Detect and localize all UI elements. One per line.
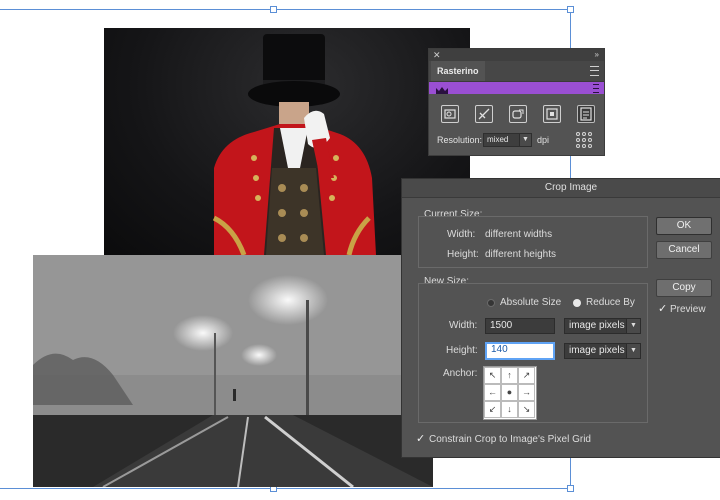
current-width-value: different widths [485,229,553,240]
current-height-value: different heights [485,249,556,260]
selection-handle-top-right[interactable] [567,6,574,13]
chevron-down-icon: ▼ [519,134,531,146]
grid-dots-icon[interactable] [576,132,592,148]
crop-image-dialog: Crop Image Current Size: Width: differen… [401,178,720,458]
height-unit-value: image pixels [569,345,625,356]
anchor-bottom-right[interactable]: ↘ [518,401,535,418]
panel-menu-icon[interactable] [590,66,599,76]
resolution-value: mixed [487,135,509,144]
selection-bottom-edge [0,488,571,489]
anchor-middle-right[interactable]: → [518,384,535,401]
dialog-title[interactable]: Crop Image [402,179,720,198]
anchor-top-left[interactable]: ↖ [484,367,501,384]
anchor-grid[interactable]: ↖ ↑ ↗ ← ● → ↙ ↓ ↘ [483,366,537,420]
preview-label[interactable]: Preview [670,304,706,315]
ok-button[interactable]: OK [656,217,712,235]
constrain-checkbox[interactable]: ✓ [416,432,425,445]
collapse-icon[interactable]: » [595,49,599,61]
chevron-down-icon: ▼ [626,319,640,333]
rasterino-panel-titlebar[interactable]: ✕ » [429,49,604,61]
tool-info-button[interactable] [577,105,595,123]
cancel-button[interactable]: Cancel [656,241,712,259]
resolution-label: Resolution: [437,135,483,145]
current-height-label: Height: [447,249,479,260]
copy-button[interactable]: Copy [656,279,712,297]
crop-icon [444,109,456,119]
crown-icon [435,83,449,101]
foggy-road-photo[interactable] [33,255,433,487]
anchor-top-right[interactable]: ↗ [518,367,535,384]
chevron-down-icon: ▼ [626,344,640,358]
foggy-road-illustration [33,255,433,487]
selection-top-edge [0,9,571,10]
link-icon [512,109,524,119]
tab-rasterino[interactable]: Rasterino [431,61,485,81]
constrain-label[interactable]: Constrain Crop to Image's Pixel Grid [429,434,591,445]
preview-checkbox[interactable]: ✓ [658,302,667,315]
anchor-center[interactable]: ● [501,384,518,401]
new-width-input[interactable]: 1500 [485,318,555,334]
reduce-by-radio[interactable] [573,299,581,307]
rasterino-accent-bar [429,82,604,94]
absolute-size-label[interactable]: Absolute Size [500,297,561,308]
rasterino-panel: ✕ » Rasterino Resolution: mixed ▼ dpi [428,48,605,156]
new-height-input[interactable]: 140 [485,342,555,360]
selection-handle-top-middle[interactable] [270,6,277,13]
new-width-label: Width: [449,320,478,331]
resolution-select[interactable]: mixed ▼ [483,133,532,147]
width-unit-select[interactable]: image pixels ▼ [564,318,641,334]
anchor-middle-left[interactable]: ← [484,384,501,401]
rasterino-tabbar: Rasterino [429,61,604,82]
width-unit-value: image pixels [569,320,625,331]
tool-crop-button[interactable] [441,105,459,123]
tool-link-button[interactable] [509,105,527,123]
rasterino-toolbar [435,105,600,127]
accent-menu-icon[interactable] [593,84,599,93]
info-icon [580,107,592,121]
absolute-size-radio[interactable] [487,299,495,307]
close-icon[interactable]: ✕ [433,49,441,61]
tool-embed-button[interactable] [543,105,561,123]
height-unit-select[interactable]: image pixels ▼ [564,343,641,359]
embed-icon [546,108,558,120]
reduce-by-label[interactable]: Reduce By [586,297,635,308]
resample-icon [478,108,490,120]
anchor-top-center[interactable]: ↑ [501,367,518,384]
current-size-group: Width: different widths Height: differen… [418,216,648,268]
anchor-bottom-center[interactable]: ↓ [501,401,518,418]
tool-resample-button[interactable] [475,105,493,123]
anchor-label: Anchor: [443,368,478,379]
anchor-bottom-left[interactable]: ↙ [484,401,501,418]
resolution-unit: dpi [537,135,550,145]
current-width-label: Width: [447,229,476,240]
selection-handle-bottom-right[interactable] [567,485,574,492]
new-height-label: Height: [446,345,478,356]
